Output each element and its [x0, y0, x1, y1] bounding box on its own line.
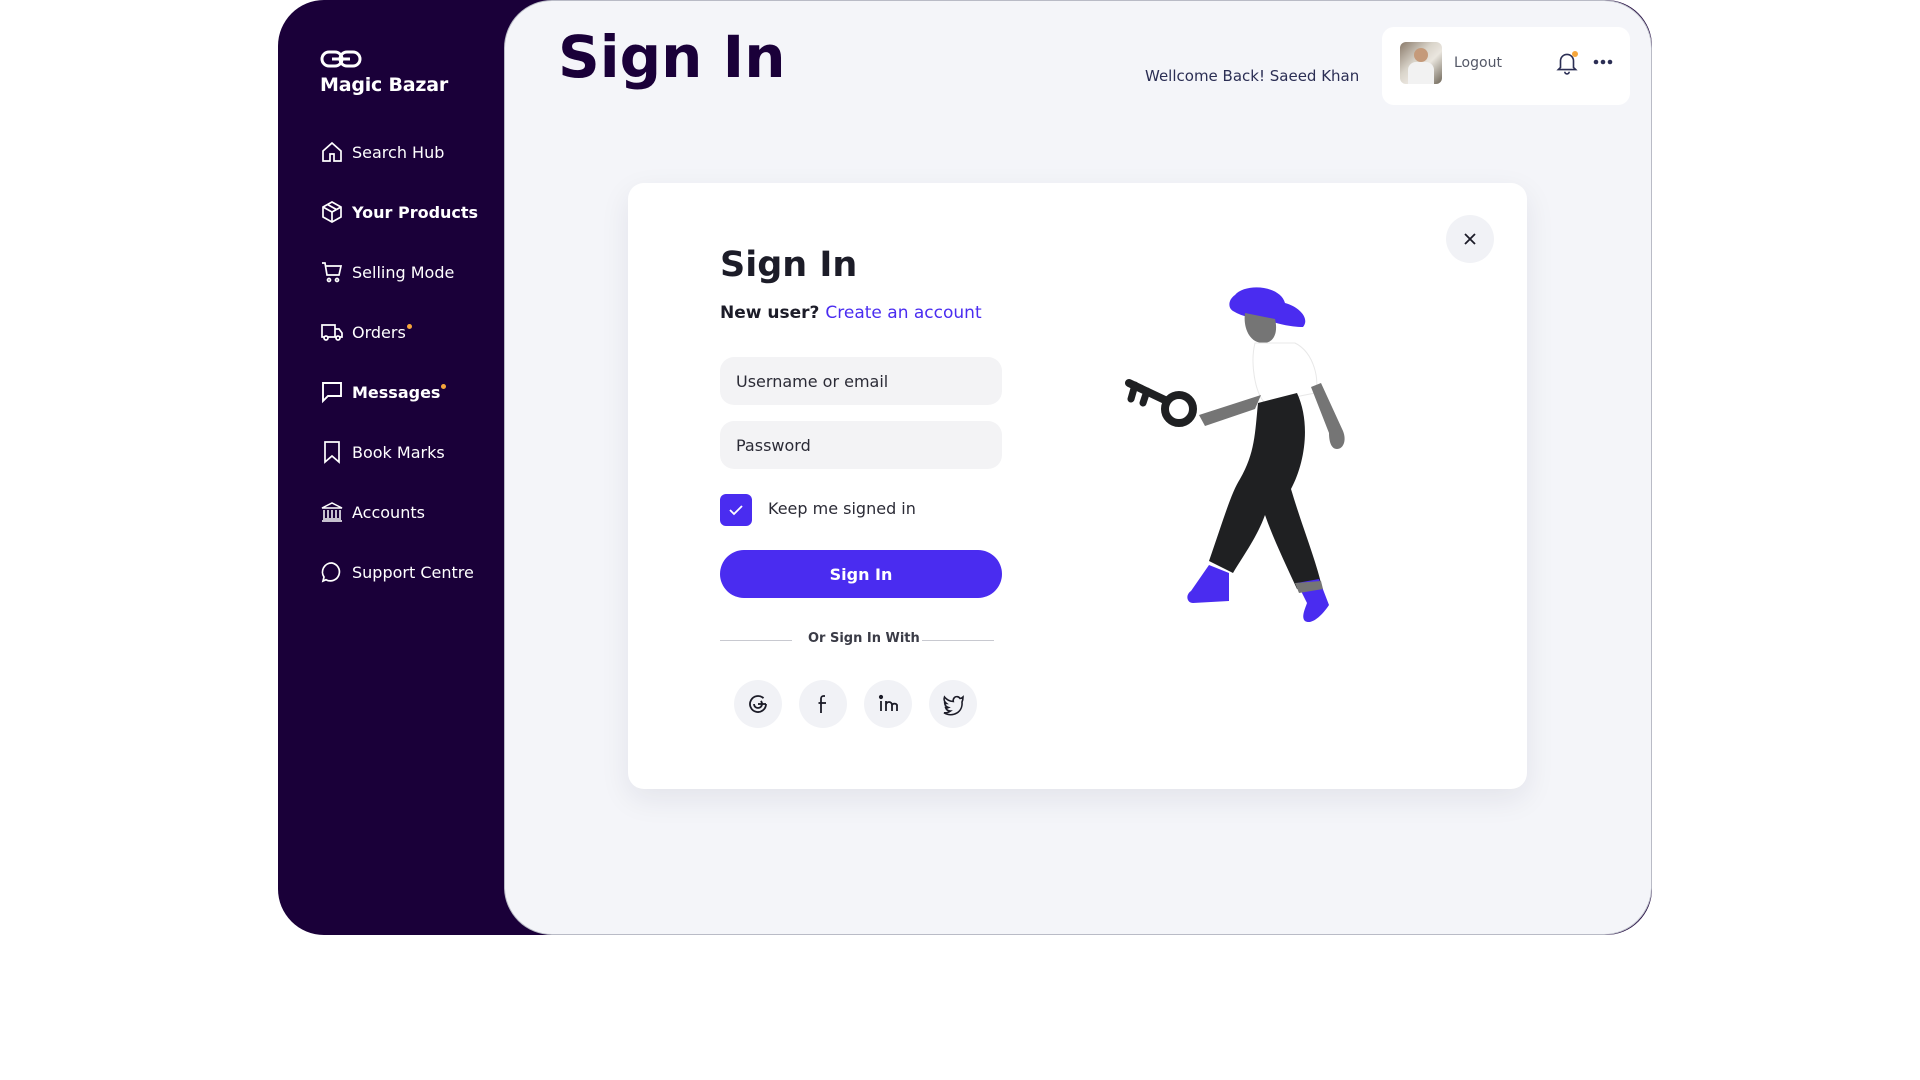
sidebar-item-messages[interactable]: Messages: [320, 362, 478, 422]
or-sign-in-with-label: Or Sign In With: [808, 631, 920, 646]
sidebar-item-selling-mode[interactable]: Selling Mode: [320, 242, 478, 302]
sidebar-item-support-centre[interactable]: Support Centre: [320, 542, 478, 602]
sidebar-item-orders[interactable]: Orders: [320, 302, 478, 362]
linkedin-icon: [878, 694, 898, 711]
sign-in-button[interactable]: Sign In: [720, 550, 1002, 598]
divider-line: [922, 640, 994, 641]
home-icon: [322, 141, 342, 162]
notification-dot: [406, 323, 412, 329]
close-button[interactable]: [1446, 215, 1494, 263]
avatar[interactable]: [1400, 42, 1442, 84]
twitter-icon: [943, 695, 964, 716]
sidebar-item-label: Search Hub: [352, 142, 445, 162]
sidebar-nav: Search Hub Your Products Selling Mode Or…: [320, 122, 478, 602]
avatar-body: [1408, 62, 1434, 84]
sidebar-item-label: Accounts: [352, 502, 425, 522]
keep-signed-in-checkbox[interactable]: [720, 494, 752, 526]
notification-dot: [1572, 51, 1578, 57]
sidebar-item-your-products[interactable]: Your Products: [320, 182, 478, 242]
sidebar-item-search-hub[interactable]: Search Hub: [320, 122, 478, 182]
dialog-title: Sign In: [720, 245, 858, 285]
person-with-key-illustration: [1125, 287, 1345, 623]
or-divider: Or Sign In With: [720, 631, 994, 649]
new-user-row: New user? Create an account: [720, 303, 982, 323]
bookmark-icon: [324, 441, 340, 464]
sign-in-dialog: Sign In New user? Create an account Usern…: [628, 183, 1527, 789]
sidebar-item-accounts[interactable]: Accounts: [320, 482, 478, 542]
divider-line: [720, 640, 792, 641]
sidebar-item-label: Support Centre: [352, 562, 474, 582]
more-icon[interactable]: [1592, 49, 1614, 75]
box-icon: [322, 201, 342, 223]
main-content: Sign In Wellcome Back! Saeed Khan Logout…: [504, 0, 1652, 935]
close-icon: [1464, 233, 1476, 245]
keep-signed-in-label: Keep me signed in: [768, 499, 916, 518]
app-frame: Magic Bazar Search Hub Your Products Sel…: [278, 0, 1652, 935]
message-icon: [322, 382, 342, 404]
linkedin-button[interactable]: [864, 680, 912, 728]
bank-icon: [321, 502, 343, 522]
sidebar-item-label: Orders: [352, 322, 406, 342]
check-icon: [729, 505, 743, 516]
create-account-link[interactable]: Create an account: [825, 303, 981, 323]
welcome-text: Wellcome Back! Saeed Khan: [1145, 67, 1360, 85]
new-user-label: New user?: [720, 303, 820, 323]
user-card: Logout: [1382, 27, 1630, 105]
password-field[interactable]: Password: [720, 421, 1002, 469]
sidebar: Magic Bazar Search Hub Your Products Sel…: [278, 0, 504, 935]
twitter-button[interactable]: [929, 680, 977, 728]
sidebar-item-label: Selling Mode: [352, 262, 455, 282]
avatar-head: [1414, 48, 1428, 62]
brand-logo[interactable]: Magic Bazar: [320, 48, 448, 96]
cart-icon: [322, 262, 343, 283]
page-title: Sign In: [558, 23, 786, 91]
logo-icon: [320, 50, 362, 68]
google-button[interactable]: [734, 680, 782, 728]
sidebar-item-label: Book Marks: [352, 442, 445, 462]
sidebar-item-label: Your Products: [352, 202, 479, 222]
username-field[interactable]: Username or email: [720, 357, 1002, 405]
sidebar-item-label: Messages: [352, 382, 441, 402]
brand-name: Magic Bazar: [320, 74, 449, 96]
google-icon: [749, 695, 767, 713]
sidebar-item-book-marks[interactable]: Book Marks: [320, 422, 478, 482]
facebook-icon: [818, 695, 826, 713]
facebook-button[interactable]: [799, 680, 847, 728]
notification-dot: [441, 383, 447, 389]
logout-link[interactable]: Logout: [1454, 55, 1502, 71]
truck-icon: [321, 324, 343, 341]
chat-bubble-icon: [321, 562, 341, 583]
